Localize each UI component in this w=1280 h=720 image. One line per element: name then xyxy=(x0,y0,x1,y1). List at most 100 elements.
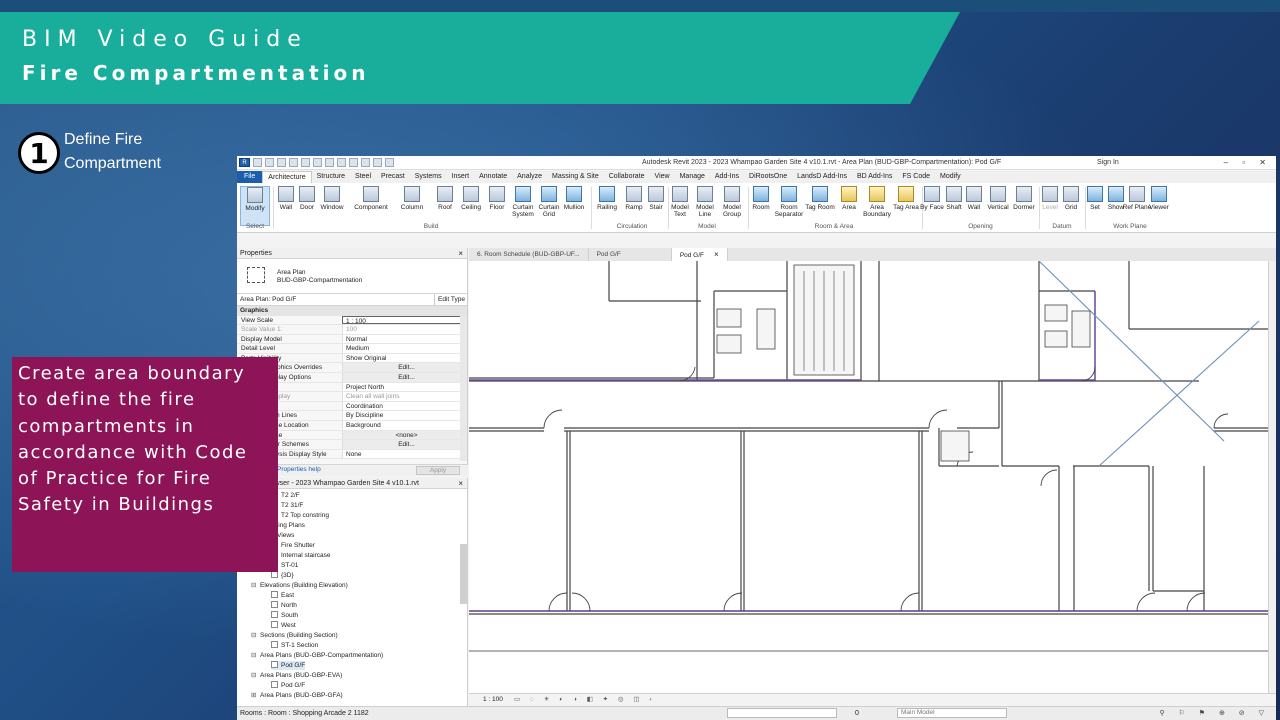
tree-item[interactable]: ST-1 Section xyxy=(271,641,318,650)
railing-button[interactable]: Railing xyxy=(592,186,622,211)
property-row[interactable]: Scale Value 1: 100 xyxy=(237,325,467,335)
collapse-icon[interactable]: ⊟ xyxy=(251,581,258,590)
tree-item[interactable]: West xyxy=(271,621,296,630)
doc-tab-room-schedule[interactable]: 6. Room Schedule (BUD-GBP-UF... xyxy=(469,248,589,261)
tab-landsd[interactable]: LandsD Add-Ins xyxy=(792,171,852,183)
collapse-icon[interactable]: ⊟ xyxy=(251,651,258,660)
collapse-icon[interactable]: ⊞ xyxy=(251,691,258,700)
graphics-section[interactable]: Graphics xyxy=(237,306,467,316)
section-icon[interactable] xyxy=(373,158,382,167)
column-icon xyxy=(404,186,420,202)
tree-item[interactable]: T2 31/F xyxy=(281,501,303,510)
selection-filter-icons[interactable]: ⚲ ⚐ ⚑ ⊕ ⊘ ▽ xyxy=(1159,707,1270,720)
tree-item[interactable]: South xyxy=(271,611,298,620)
open-icon[interactable] xyxy=(253,158,262,167)
close-icon[interactable]: × xyxy=(458,478,463,489)
revit-logo-icon[interactable]: R xyxy=(239,158,250,167)
tree-item[interactable]: East xyxy=(271,591,294,600)
tree-group[interactable]: ⊟ Area Plans (BUD-GBP-Compartmentation) xyxy=(251,651,383,660)
column-button[interactable]: Column xyxy=(397,186,427,211)
sign-in-link[interactable]: Sign In xyxy=(1097,156,1119,170)
tree-item-selected[interactable]: Pod G/F xyxy=(271,661,306,670)
collapse-icon[interactable]: ⊟ xyxy=(251,631,258,640)
ramp-icon xyxy=(626,186,642,202)
tab-insert[interactable]: Insert xyxy=(447,171,475,183)
room-area-group-label[interactable]: Room & Area xyxy=(746,223,922,230)
area-button[interactable]: Area xyxy=(834,186,864,211)
view-control-icons[interactable]: ▭ ◌ ☀ ◐ ◑ ◧ ✦ ◎ ◫ ‹ xyxy=(514,694,656,706)
modify-button[interactable]: Modify xyxy=(240,186,270,226)
select-dropdown[interactable]: Select xyxy=(240,223,270,230)
tab-fs-code[interactable]: FS Code xyxy=(897,171,935,183)
measure-icon[interactable] xyxy=(325,158,334,167)
tree-item[interactable]: T2 2/F xyxy=(281,491,300,500)
undo-icon[interactable] xyxy=(289,158,298,167)
doc-tab-pod-gf-active[interactable]: Pod G/F × xyxy=(671,248,728,261)
browser-scrollbar[interactable] xyxy=(460,544,467,604)
tab-massing-site[interactable]: Massing & Site xyxy=(547,171,604,183)
close-icon[interactable]: × xyxy=(458,248,463,259)
window-controls[interactable]: – ▫ ✕ xyxy=(1224,156,1272,170)
area-boundary-button[interactable]: Area Boundary xyxy=(861,186,893,218)
tree-group[interactable]: ⊟ Sections (Building Section) xyxy=(251,631,338,640)
room-separator-button[interactable]: Room Separator xyxy=(773,186,805,218)
redo-icon[interactable] xyxy=(301,158,310,167)
model-line-button[interactable]: Model Line xyxy=(690,186,720,218)
text-icon[interactable] xyxy=(349,158,358,167)
property-row[interactable]: Display Model Normal xyxy=(237,334,467,345)
mullion-button[interactable]: Mullion xyxy=(559,186,589,211)
properties-help-link[interactable]: Properties help xyxy=(277,466,321,473)
apply-button[interactable]: Apply xyxy=(416,466,460,475)
tag-room-button[interactable]: Tag Room xyxy=(805,186,835,211)
tab-steel[interactable]: Steel xyxy=(350,171,376,183)
tree-item[interactable]: {3D} xyxy=(271,571,294,580)
property-row[interactable]: View Scale 1 : 100 xyxy=(237,315,467,326)
tree-item[interactable]: Internal staircase xyxy=(271,551,331,560)
component-button[interactable]: Component xyxy=(353,186,389,211)
tab-systems[interactable]: Systems xyxy=(410,171,447,183)
save-icon[interactable] xyxy=(265,158,274,167)
property-row[interactable]: Detail Level Medium xyxy=(237,344,467,354)
tab-diroots[interactable]: DiRootsOne xyxy=(744,171,792,183)
navigation-bar[interactable] xyxy=(1268,261,1276,693)
print-icon[interactable] xyxy=(313,158,322,167)
viewer-button[interactable]: Viewer xyxy=(1144,186,1174,211)
tab-collaborate[interactable]: Collaborate xyxy=(604,171,650,183)
tab-modify[interactable]: Modify xyxy=(935,171,966,183)
window-button[interactable]: Window xyxy=(317,186,347,211)
tab-precast[interactable]: Precast xyxy=(376,171,410,183)
model-group-button[interactable]: Model Group xyxy=(717,186,747,218)
3d-view-icon[interactable] xyxy=(361,158,370,167)
tab-annotate[interactable]: Annotate xyxy=(474,171,512,183)
tab-structure[interactable]: Structure xyxy=(312,171,350,183)
type-selector[interactable]: Area Plan BUD-GBP-Compartmentation xyxy=(237,259,467,294)
dimension-icon[interactable] xyxy=(337,158,346,167)
thin-lines-icon[interactable] xyxy=(385,158,394,167)
tab-architecture[interactable]: Architecture xyxy=(262,170,312,184)
tree-item[interactable]: North xyxy=(271,601,297,610)
tab-file[interactable]: File xyxy=(237,171,263,183)
edit-type-button[interactable]: Edit Type xyxy=(434,294,465,306)
design-option-dropdown[interactable]: Main Model xyxy=(897,708,1007,718)
tab-add-ins[interactable]: Add-Ins xyxy=(710,171,744,183)
vertical-icon xyxy=(990,186,1006,202)
collapse-icon[interactable]: ⊟ xyxy=(251,671,258,680)
instance-filter[interactable]: Area Plan: Pod G/F Edit Type xyxy=(237,294,467,306)
view-scale[interactable]: 1 : 100 xyxy=(483,694,503,706)
tab-analyze[interactable]: Analyze xyxy=(512,171,547,183)
drawing-canvas[interactable] xyxy=(469,261,1268,693)
tree-item[interactable]: Pod G/F xyxy=(271,681,305,690)
tree-group[interactable]: ⊞ Area Plans (BUD-GBP-GFA) xyxy=(251,691,343,700)
room-button[interactable]: Room xyxy=(746,186,776,211)
doc-tab-pod-gf[interactable]: Pod G/F xyxy=(589,248,672,261)
tree-item[interactable]: T2 Top constring xyxy=(281,511,329,520)
tab-manage[interactable]: Manage xyxy=(675,171,710,183)
tab-bd-add-ins[interactable]: BD Add-Ins xyxy=(852,171,897,183)
workset-dropdown[interactable] xyxy=(727,708,837,718)
tab-view[interactable]: View xyxy=(650,171,675,183)
close-tab-icon[interactable]: × xyxy=(714,250,719,259)
properties-scrollbar[interactable] xyxy=(460,316,467,461)
sync-icon[interactable] xyxy=(277,158,286,167)
tree-group[interactable]: ⊟ Area Plans (BUD-GBP-EVA) xyxy=(251,671,342,680)
tree-group[interactable]: ⊟ Elevations (Building Elevation) xyxy=(251,581,348,590)
